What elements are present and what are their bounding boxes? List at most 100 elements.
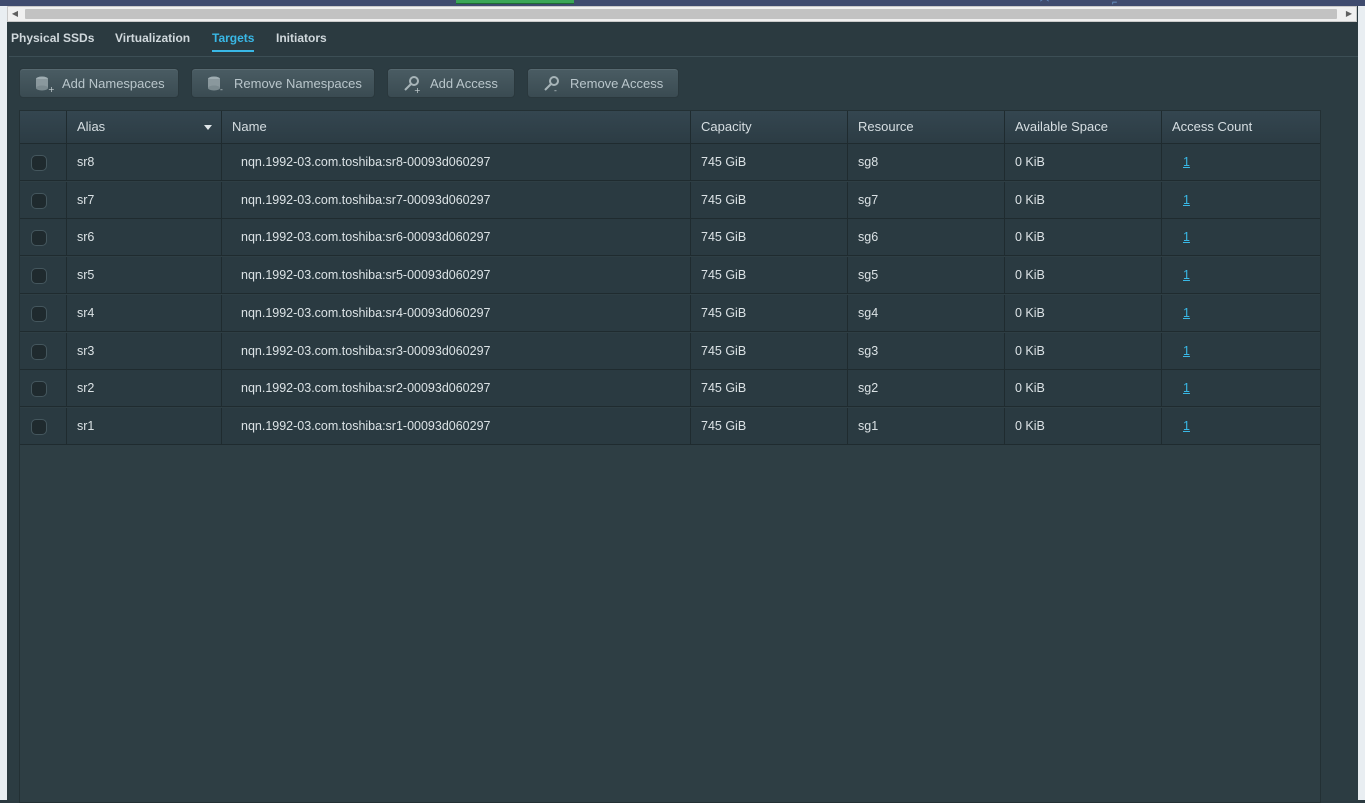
remove-namespaces-button[interactable]: - Remove Namespaces: [191, 68, 375, 98]
table-row[interactable]: sr3 nqn.1992-03.com.toshiba:sr3-00093d060…: [20, 332, 1320, 370]
cell-capacity: 745 GiB: [701, 343, 747, 358]
cell-capacity: 745 GiB: [701, 230, 747, 245]
targets-panel: + Add Namespaces - Remove Namespaces + A…: [9, 56, 1358, 803]
access-count-link[interactable]: 1: [1183, 155, 1190, 169]
tab-virtualization[interactable]: Virtualization: [115, 31, 190, 50]
row-divider: [1161, 219, 1162, 256]
header-divider: [1004, 111, 1005, 143]
cell-access-count: 1: [1183, 182, 1190, 219]
row-divider: [690, 407, 691, 444]
column-header-name[interactable]: Name: [232, 111, 267, 143]
cell-available-space: 0 KiB: [1015, 418, 1045, 433]
cell-resource: sg3: [858, 343, 879, 358]
access-count-link[interactable]: 1: [1183, 230, 1190, 244]
table-row[interactable]: sr2 nqn.1992-03.com.toshiba:sr2-00093d060…: [20, 370, 1320, 408]
access-count-link[interactable]: 1: [1183, 268, 1190, 282]
svg-text:+: +: [414, 86, 421, 93]
column-header-capacity[interactable]: Capacity: [701, 111, 752, 143]
cell-available-space: 0 KiB: [1015, 268, 1045, 283]
row-divider: [1004, 181, 1005, 218]
row-select-checkbox[interactable]: [31, 305, 47, 322]
row-divider: [690, 219, 691, 256]
cell-available-space: 0 KiB: [1015, 381, 1045, 396]
column-header-available-space[interactable]: Available Space: [1015, 111, 1108, 143]
header-divider: [221, 111, 222, 143]
row-divider: [1161, 370, 1162, 407]
sort-down-icon[interactable]: [204, 125, 212, 130]
table-row[interactable]: sr5 nqn.1992-03.com.toshiba:sr5-00093d060…: [20, 257, 1320, 295]
table-row[interactable]: sr6 nqn.1992-03.com.toshiba:sr6-00093d060…: [20, 219, 1320, 257]
row-divider: [847, 332, 848, 369]
row-divider: [690, 294, 691, 331]
tab-initiators[interactable]: Initiators: [276, 31, 327, 50]
row-select-checkbox[interactable]: [31, 343, 47, 360]
scroll-left-arrow-icon[interactable]: ◀: [8, 7, 22, 21]
row-divider: [847, 144, 848, 180]
svg-text:+: +: [48, 85, 54, 93]
cell-alias: sr3: [77, 343, 95, 358]
row-select-checkbox[interactable]: [31, 381, 47, 398]
row-divider: [221, 407, 222, 444]
cell-resource: sg2: [858, 381, 879, 396]
cell-access-count: 1: [1183, 295, 1190, 332]
row-divider: [847, 219, 848, 256]
column-header-alias[interactable]: Alias: [77, 111, 105, 143]
cell-access-count: 1: [1183, 257, 1190, 294]
table-row[interactable]: sr8 nqn.1992-03.com.toshiba:sr8-00093d060…: [20, 144, 1320, 181]
row-divider: [1004, 370, 1005, 407]
cell-capacity: 745 GiB: [701, 192, 747, 207]
row-select-checkbox[interactable]: [31, 230, 47, 247]
table-row[interactable]: sr4 nqn.1992-03.com.toshiba:sr4-00093d060…: [20, 294, 1320, 332]
tab-bar: Physical SSDs Virtualization Targets Ini…: [7, 22, 1358, 56]
add-namespaces-button[interactable]: + Add Namespaces: [19, 68, 179, 98]
access-count-link[interactable]: 1: [1183, 344, 1190, 358]
row-select-checkbox[interactable]: [31, 268, 47, 285]
cell-name: nqn.1992-03.com.toshiba:sr3-00093d060297: [241, 343, 491, 358]
cell-access-count: 1: [1183, 219, 1190, 256]
row-divider: [690, 144, 691, 180]
row-select-checkbox[interactable]: [31, 155, 47, 171]
table-row[interactable]: sr7 nqn.1992-03.com.toshiba:sr7-00093d060…: [20, 181, 1320, 219]
access-count-link[interactable]: 1: [1183, 306, 1190, 320]
header-divider: [1161, 111, 1162, 143]
scroll-right-arrow-icon[interactable]: ▶: [1342, 7, 1356, 21]
cell-name: nqn.1992-03.com.toshiba:sr2-00093d060297: [241, 381, 491, 396]
cell-name: nqn.1992-03.com.toshiba:sr6-00093d060297: [241, 230, 491, 245]
tab-targets[interactable]: Targets: [212, 31, 255, 52]
svg-text:-: -: [554, 86, 557, 93]
tab-physical-ssds[interactable]: Physical SSDs: [11, 31, 94, 50]
row-divider: [1161, 181, 1162, 218]
scrollbar-thumb[interactable]: [25, 9, 1337, 19]
cell-alias: sr5: [77, 268, 95, 283]
horizontal-scrollbar[interactable]: ◀ ▶: [7, 6, 1357, 22]
row-divider: [690, 257, 691, 294]
row-divider: [690, 370, 691, 407]
row-divider: [221, 219, 222, 256]
row-divider: [847, 181, 848, 218]
row-divider: [1004, 407, 1005, 444]
remove-access-button[interactable]: - Remove Access: [527, 68, 679, 98]
access-count-link[interactable]: 1: [1183, 419, 1190, 433]
cell-name: nqn.1992-03.com.toshiba:sr1-00093d060297: [241, 418, 491, 433]
cell-alias: sr7: [77, 192, 95, 207]
cell-capacity: 745 GiB: [701, 381, 747, 396]
cell-name: nqn.1992-03.com.toshiba:sr8-00093d060297: [241, 155, 491, 169]
row-select-checkbox[interactable]: [31, 418, 47, 435]
access-count-link[interactable]: 1: [1183, 381, 1190, 395]
cell-alias: sr1: [77, 418, 95, 433]
table-header: Alias Name Capacity Resource Available S…: [20, 111, 1320, 144]
row-select-checkbox[interactable]: [31, 192, 47, 209]
svg-text:-: -: [220, 85, 223, 93]
access-count-link[interactable]: 1: [1183, 193, 1190, 207]
add-access-button[interactable]: + Add Access: [387, 68, 515, 98]
column-header-resource[interactable]: Resource: [858, 111, 914, 143]
table-row[interactable]: sr1 nqn.1992-03.com.toshiba:sr1-00093d060…: [20, 407, 1320, 445]
cell-available-space: 0 KiB: [1015, 305, 1045, 320]
column-header-access-count[interactable]: Access Count: [1172, 111, 1252, 143]
row-divider: [66, 181, 67, 218]
cell-capacity: 745 GiB: [701, 305, 747, 320]
cell-capacity: 745 GiB: [701, 418, 747, 433]
remove-namespaces-label: Remove Namespaces: [234, 76, 362, 91]
targets-table: Alias Name Capacity Resource Available S…: [19, 110, 1321, 803]
row-divider: [66, 370, 67, 407]
